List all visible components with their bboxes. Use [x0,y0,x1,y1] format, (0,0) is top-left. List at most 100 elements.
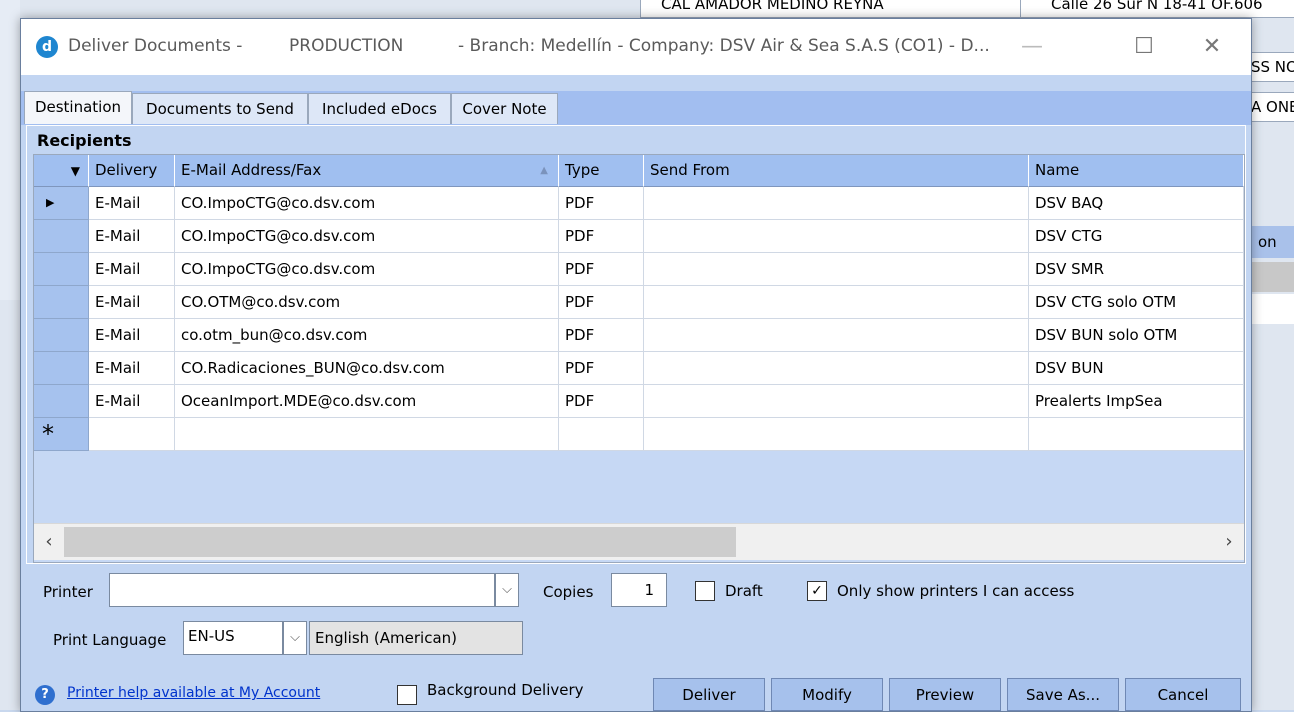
cell-name[interactable]: DSV CTG [1029,220,1244,253]
cell-send-from[interactable] [644,253,1029,286]
tab-cover-note[interactable]: Cover Note [451,93,558,124]
row-header[interactable] [34,220,89,253]
cell-name[interactable]: DSV BUN [1029,352,1244,385]
grid-header-selector[interactable]: ▼ [34,155,89,187]
row-header[interactable]: ▶ [34,187,89,220]
cell-delivery[interactable]: E-Mail [89,220,175,253]
cell-delivery[interactable]: E-Mail [89,187,175,220]
printer-dropdown-button[interactable]: ⌵ [495,573,519,607]
scroll-thumb[interactable] [64,527,736,557]
cell-name[interactable]: DSV CTG solo OTM [1029,286,1244,319]
maximize-button[interactable]: ☐ [1121,29,1167,65]
column-header-send-from[interactable]: Send From [644,155,1029,187]
preview-button[interactable]: Preview [889,678,1001,711]
print-options-panel: Printer ⌵ Copies 1 Draft ✓ Only show pri… [21,567,1251,711]
column-header-type[interactable]: Type [559,155,644,187]
column-header-name[interactable]: Name [1029,155,1244,187]
cell-delivery[interactable]: E-Mail [89,352,175,385]
cell-address[interactable]: CO.ImpoCTG@co.dsv.com [175,253,559,286]
close-button[interactable]: ✕ [1189,29,1235,65]
column-header-address[interactable]: E-Mail Address/Fax ▲ [175,155,559,187]
cell-address[interactable]: co.otm_bun@co.dsv.com [175,319,559,352]
sort-ascending-icon: ▲ [540,165,548,176]
table-row[interactable]: E-Mail co.otm_bun@co.dsv.com PDF DSV BUN… [34,319,1244,352]
cell-delivery[interactable]: E-Mail [89,385,175,418]
cell-delivery[interactable]: E-Mail [89,319,175,352]
cancel-button[interactable]: Cancel [1125,678,1241,711]
printer-select[interactable] [109,573,495,607]
destination-panel: Recipients ▼ Delivery E-Mail Address/Fax… [26,125,1246,564]
filter-down-icon[interactable]: ▼ [71,164,80,178]
row-header[interactable] [34,253,89,286]
save-as-button[interactable]: Save As... [1007,678,1119,711]
cell-send-from[interactable] [644,352,1029,385]
cell-delivery[interactable]: E-Mail [89,253,175,286]
row-header[interactable] [34,286,89,319]
only-access-checkbox[interactable]: ✓ [807,581,827,601]
background-delivery-checkbox[interactable] [397,685,417,705]
cell-address[interactable]: CO.ImpoCTG@co.dsv.com [175,220,559,253]
help-icon[interactable]: ? [35,685,55,705]
table-row[interactable]: E-Mail CO.ImpoCTG@co.dsv.com PDF DSV SMR [34,253,1244,286]
table-row[interactable]: E-Mail CO.ImpoCTG@co.dsv.com PDF DSV CTG [34,220,1244,253]
cell-send-from[interactable] [644,385,1029,418]
printer-help-link[interactable]: Printer help available at My Account [67,685,320,701]
printer-label: Printer [43,583,93,601]
cell-type[interactable]: PDF [559,385,644,418]
print-language-code-select[interactable]: EN-US [183,621,283,655]
cell-name[interactable] [1029,418,1244,451]
cell-delivery[interactable] [89,418,175,451]
table-row[interactable]: ▶ E-Mail CO.ImpoCTG@co.dsv.com PDF DSV B… [34,187,1244,220]
copies-input[interactable]: 1 [611,573,667,607]
cell-type[interactable]: PDF [559,187,644,220]
cell-type[interactable]: PDF [559,286,644,319]
cell-address[interactable]: CO.Radicaciones_BUN@co.dsv.com [175,352,559,385]
cell-send-from[interactable] [644,418,1029,451]
tab-documents-to-send[interactable]: Documents to Send [132,93,308,124]
scroll-left-button[interactable]: ‹ [34,524,64,560]
cell-type[interactable]: PDF [559,319,644,352]
table-row[interactable]: E-Mail OceanImport.MDE@co.dsv.com PDF Pr… [34,385,1244,418]
row-header[interactable] [34,385,89,418]
cell-address[interactable]: CO.ImpoCTG@co.dsv.com [175,187,559,220]
cell-name[interactable]: DSV BAQ [1029,187,1244,220]
minimize-button[interactable]: — [1009,29,1055,65]
background-row-white [1248,294,1294,324]
tab-destination[interactable]: Destination [24,91,132,124]
current-row-icon: ▶ [46,196,55,209]
table-row[interactable]: E-Mail CO.OTM@co.dsv.com PDF DSV CTG sol… [34,286,1244,319]
tab-included-edocs[interactable]: Included eDocs [308,93,451,124]
cell-type[interactable]: PDF [559,253,644,286]
row-header[interactable] [34,319,89,352]
background-field-top-right: Calle 26 Sur N 18-41 OF.606 [1020,0,1294,18]
cell-name[interactable]: DSV BUN solo OTM [1029,319,1244,352]
cell-send-from[interactable] [644,286,1029,319]
scroll-right-button[interactable]: › [1214,524,1244,560]
cell-send-from[interactable] [644,319,1029,352]
cell-send-from[interactable] [644,220,1029,253]
cell-type[interactable]: PDF [559,352,644,385]
cell-address[interactable] [175,418,559,451]
table-row[interactable]: E-Mail CO.Radicaciones_BUN@co.dsv.com PD… [34,352,1244,385]
draft-checkbox[interactable] [695,581,715,601]
title-bar[interactable]: d Deliver Documents - PRODUCTION - Branc… [21,19,1251,75]
deliver-documents-dialog: d Deliver Documents - PRODUCTION - Branc… [20,18,1252,712]
cell-type[interactable]: PDF [559,220,644,253]
background-field-right-1: SS NO [1248,52,1294,82]
background-row-gray [1248,262,1294,292]
cell-name[interactable]: Prealerts ImpSea [1029,385,1244,418]
horizontal-scrollbar[interactable]: ‹ › [34,523,1244,560]
deliver-button[interactable]: Deliver [653,678,765,711]
new-row[interactable]: * [34,418,1244,451]
cell-delivery[interactable]: E-Mail [89,286,175,319]
modify-button[interactable]: Modify [771,678,883,711]
cell-address[interactable]: OceanImport.MDE@co.dsv.com [175,385,559,418]
cell-type[interactable] [559,418,644,451]
column-header-delivery[interactable]: Delivery [89,155,175,187]
cell-address[interactable]: CO.OTM@co.dsv.com [175,286,559,319]
cell-name[interactable]: DSV SMR [1029,253,1244,286]
row-header[interactable]: * [34,418,89,451]
print-language-dropdown-button[interactable]: ⌵ [283,621,307,655]
cell-send-from[interactable] [644,187,1029,220]
row-header[interactable] [34,352,89,385]
